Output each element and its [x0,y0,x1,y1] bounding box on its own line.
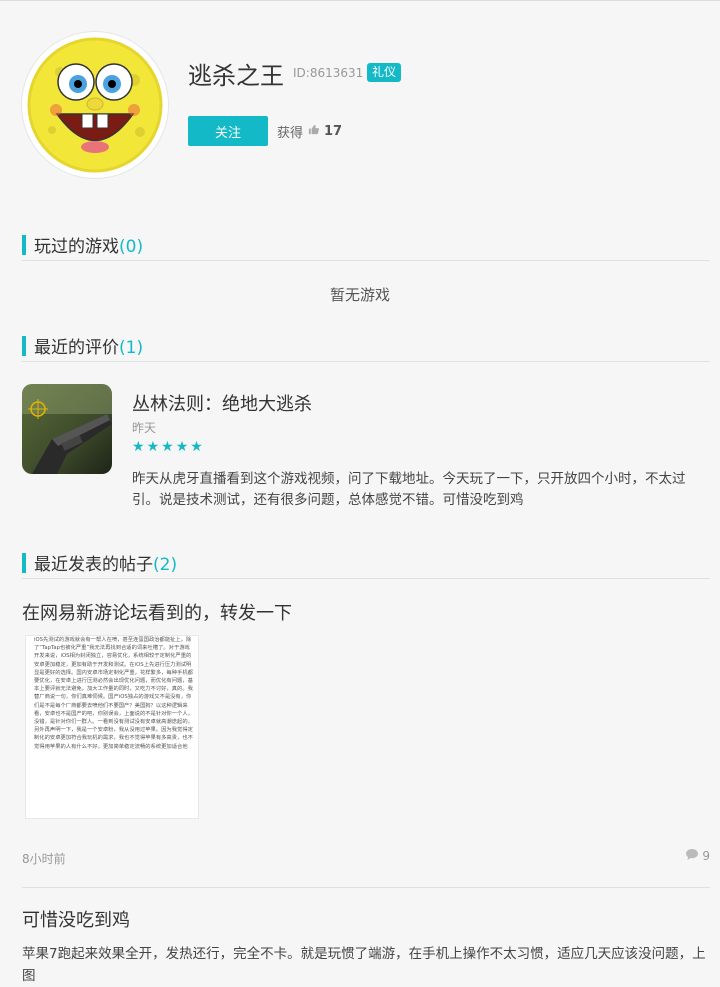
comment-icon [686,849,699,863]
section-title: 玩过的游戏(0) [34,232,143,257]
empty-games-text: 暂无游戏 [329,286,390,304]
avatar [22,32,168,178]
post-time: 8小时前 [22,852,66,866]
comment-count-value: 9 [702,849,710,863]
star-icon: ★ [190,439,203,455]
post-image[interactable]: iOS先测试的游戏就会有一帮人在喷，甚至连蛋国政治都能扯上。除了“TapTap也… [26,636,198,818]
status-badge: 礼仪 [367,63,402,82]
section-title-text: 最近发表的帖子 [34,555,153,575]
post-title[interactable]: 可惜没吃到鸡 [22,906,130,932]
user-id: ID:8613631 [293,66,364,80]
section-accent-bar [22,235,26,255]
star-icon: ★ [175,439,189,455]
username: 逃杀之王 [188,62,284,90]
section-recent-reviews: 最近的评价(1) [22,329,710,362]
section-accent-bar [22,336,26,356]
star-icon: ★ [146,439,160,455]
section-accent-bar [22,553,26,573]
divider [22,887,710,888]
thumbs-up-icon [308,124,319,139]
post-title[interactable]: 在网易新游论坛看到的，转发一下 [22,599,292,625]
top-border [0,0,720,1]
review-date: 昨天 [132,421,157,435]
follow-button[interactable]: 关注 [188,116,268,146]
likes-label: 获得 [277,126,304,141]
star-icon: ★ [161,439,174,455]
section-recent-posts: 最近发表的帖子(2) [22,546,710,579]
section-title: 最近发表的帖子(2) [34,550,177,575]
post-body: 苹果7跑起来效果全开，发热还行，完全不卡。就是玩惯了端游，在手机上操作不太习惯，… [22,946,706,984]
section-title-text: 最近的评价 [34,338,119,358]
likes-summary: 获得 17 [277,122,342,141]
game-title[interactable]: 丛林法则：绝地大逃杀 [132,390,312,416]
comment-count[interactable]: 9 [686,849,710,863]
star-icon: ★ [132,439,145,455]
rating-stars: ★ ★ ★ ★ ★ [132,440,203,454]
section-count: (0) [119,237,144,257]
post-image-text: iOS先测试的游戏就会有一帮人在喷，甚至连蛋国政治都能扯上。除了“TapTap也… [34,637,193,750]
section-title: 最近的评价(1) [34,333,143,358]
section-count: (2) [153,555,178,575]
review-text: 昨天从虎牙直播看到这个游戏视频，问了下载地址。今天玩了一下，只开放四个小时，不太… [132,471,686,508]
section-played-games: 玩过的游戏(0) [22,228,710,261]
likes-count: 17 [324,124,343,139]
section-title-text: 玩过的游戏 [34,237,119,257]
game-icon[interactable] [22,384,112,474]
section-count: (1) [119,338,144,358]
